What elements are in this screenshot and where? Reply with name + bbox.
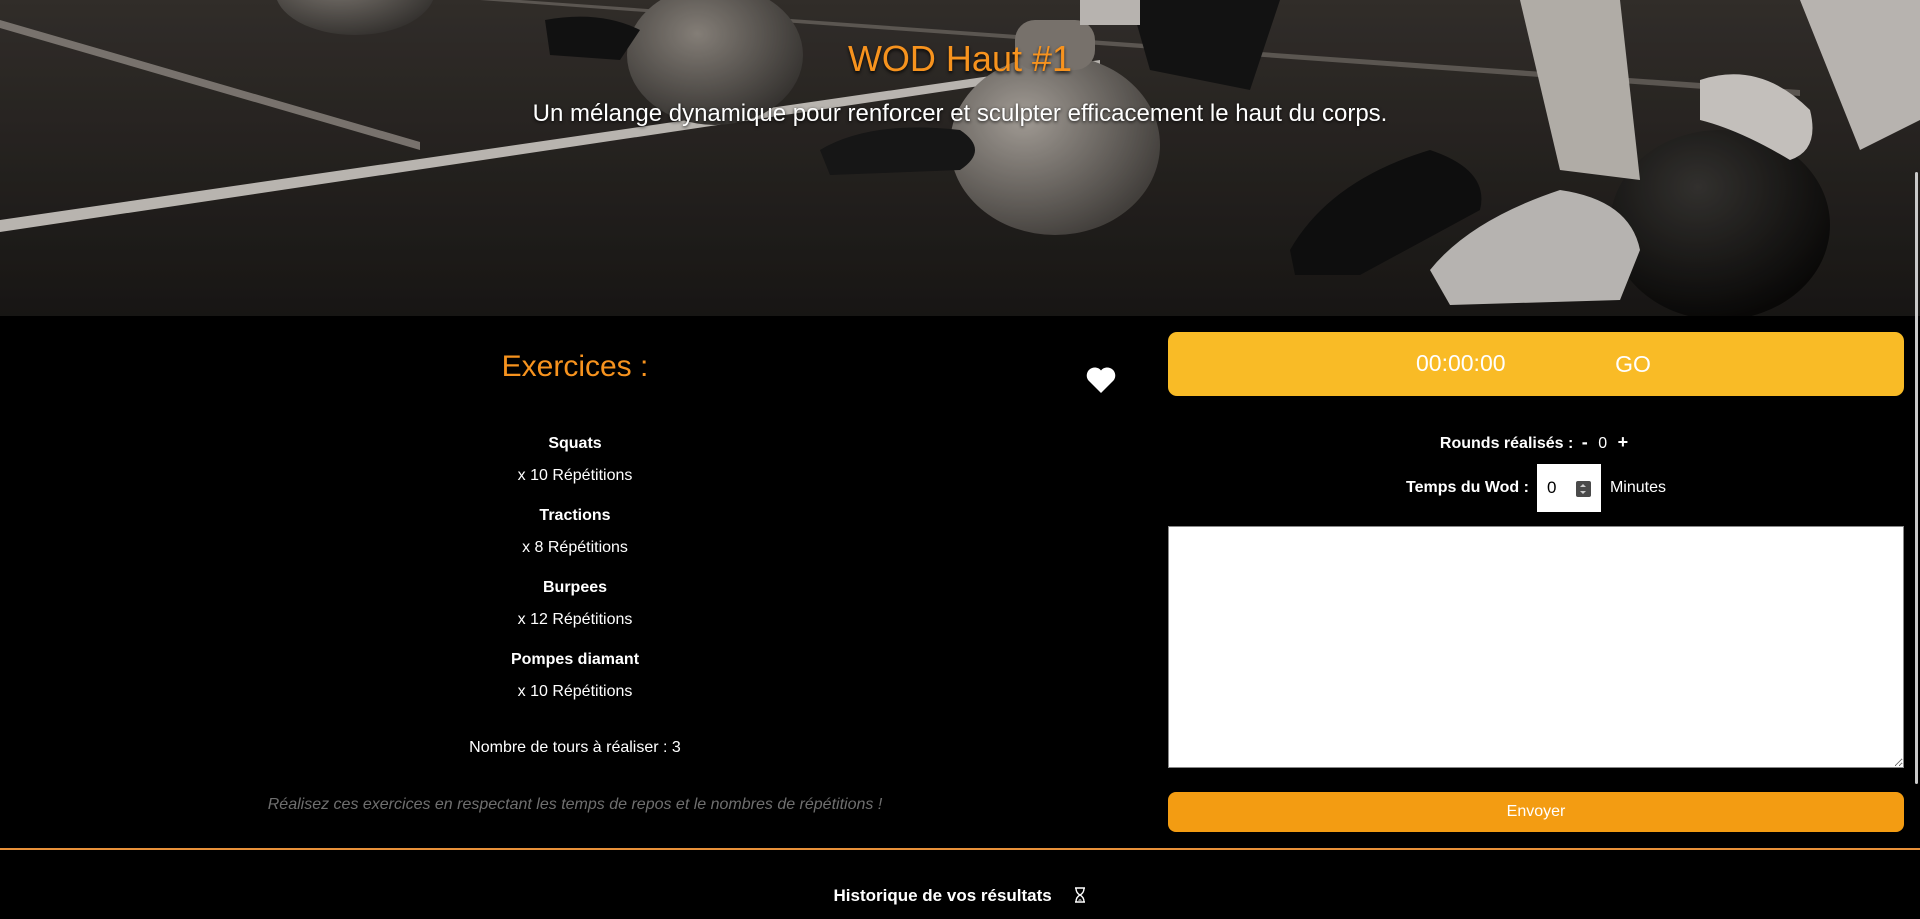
wod-time-input-wrapper [1536, 464, 1601, 512]
scrollbar-thumb[interactable] [1915, 172, 1918, 784]
minutes-label: Minutes [1609, 479, 1666, 496]
exercise-name: Squats [548, 435, 602, 452]
exercise-reps: x 10 Répétitions [517, 467, 633, 484]
history-title: Historique de vos résultats [833, 886, 1052, 905]
exercise-name: Pompes diamant [510, 651, 640, 668]
instructions-note: Réalisez ces exercices en respectant les… [267, 796, 883, 813]
exercise-reps: x 12 Répétitions [517, 611, 633, 628]
exercise-name: Burpees [542, 579, 608, 596]
hourglass-icon [1075, 887, 1086, 903]
rounds-to-do: Nombre de tours à réaliser : 3 [469, 739, 681, 756]
rounds-decrement-button[interactable]: - [1578, 432, 1592, 453]
number-spinner-icon[interactable] [1575, 481, 1591, 497]
heart-icon[interactable] [1085, 366, 1117, 394]
comment-textarea[interactable] [1168, 526, 1904, 768]
page-title: WOD Haut #1 [847, 38, 1073, 79]
hero-banner: WOD Haut #1 Un mélange dynamique pour re… [0, 0, 1920, 316]
send-button[interactable]: Envoyer [1168, 792, 1904, 832]
list-item: Squats x 10 Répétitions [0, 434, 1150, 506]
list-item: Burpees x 12 Répétitions [0, 578, 1150, 650]
rounds-label: Rounds réalisés : [1439, 435, 1574, 452]
exercise-panel: Exercices : Squats x 10 Répétitions Trac… [0, 316, 1150, 846]
list-item: Tractions x 8 Répétitions [0, 506, 1150, 578]
timer-bar: 00:00:00 GO [1168, 332, 1904, 396]
exercise-reps: x 8 Répétitions [522, 539, 628, 556]
history-heading[interactable]: Historique de vos résultats [0, 886, 1920, 906]
rounds-counter: Rounds réalisés : - 0 + [1168, 432, 1904, 456]
rounds-count: 0 [1598, 435, 1608, 452]
exercises-title: Exercices : [501, 350, 649, 383]
exercise-list: Squats x 10 Répétitions Tractions x 8 Ré… [0, 434, 1150, 722]
page-subtitle: Un mélange dynamique pour renforcer et s… [532, 100, 1388, 127]
timer-display: 00:00:00 [1416, 350, 1506, 376]
exercise-name: Tractions [539, 507, 611, 524]
rounds-increment-button[interactable]: + [1614, 432, 1633, 453]
list-item: Pompes diamant x 10 Répétitions [0, 650, 1150, 722]
exercise-reps: x 10 Répétitions [517, 683, 633, 700]
wod-time-label: Temps du Wod : [1406, 479, 1529, 496]
go-button[interactable]: GO [1598, 344, 1668, 384]
wod-time-input[interactable] [1536, 464, 1581, 512]
section-divider [0, 848, 1920, 850]
wod-time-row: Temps du Wod : Minutes [1168, 464, 1904, 512]
